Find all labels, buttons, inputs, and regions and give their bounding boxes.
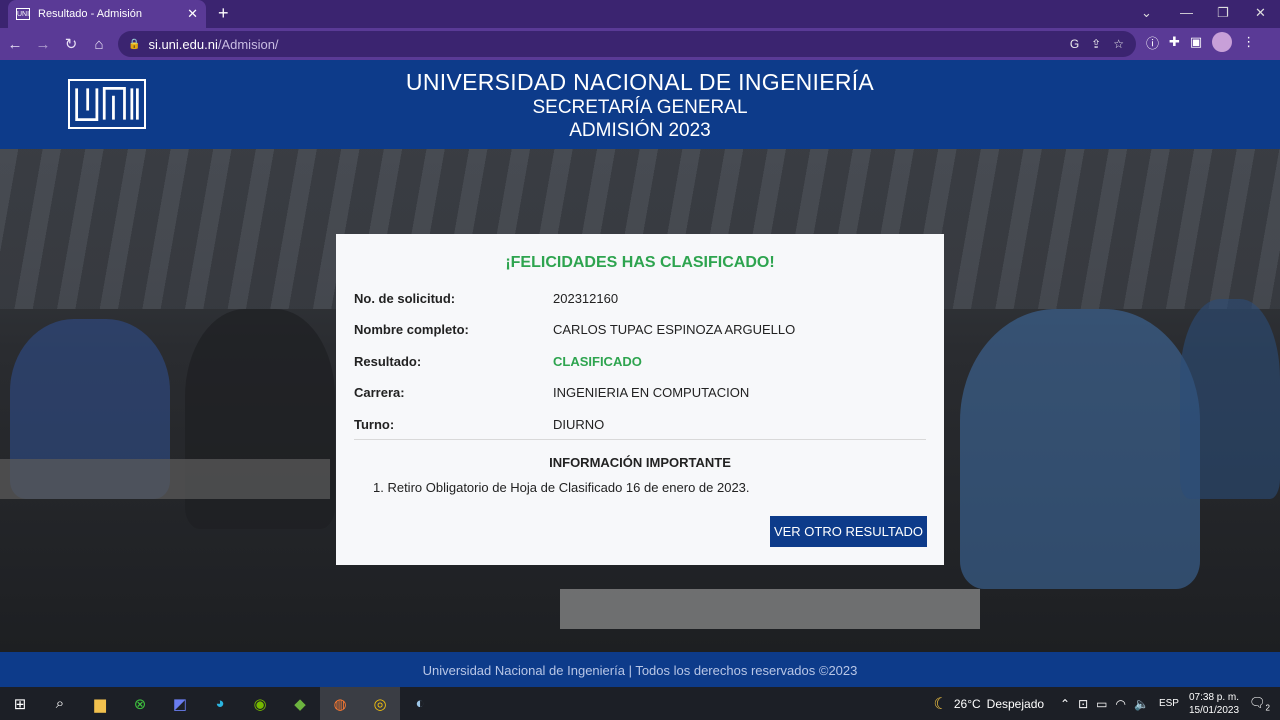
minimize-button[interactable]: — xyxy=(1180,5,1193,20)
weather-text[interactable]: Despejado xyxy=(987,697,1044,711)
search-icon[interactable]: ⌕ xyxy=(40,687,80,720)
home-icon[interactable]: ⌂ xyxy=(86,36,112,53)
important-info-title: INFORMACIÓN IMPORTANTE xyxy=(549,455,731,470)
reload-icon[interactable]: ↻ xyxy=(58,35,84,53)
steam-icon[interactable]: ◐ xyxy=(400,687,440,720)
wifi-icon[interactable]: ◠ xyxy=(1116,697,1126,711)
file-explorer-icon[interactable]: ▆ xyxy=(80,687,120,720)
browser-toolbar: ← → ↻ ⌂ 🔒 si.uni.edu.ni/Admision/ G ⇪ ☆ … xyxy=(0,28,1280,60)
system-tray: ☾ 26°C Despejado ⌃ ⊡ ▭ ◠ 🔈 ESP 07:38 p. … xyxy=(934,687,1280,720)
page-heading: ADMISIÓN 2023 xyxy=(569,120,711,141)
field-value: CARLOS TUPAC ESPINOZA ARGUELLO xyxy=(553,322,796,337)
field-label: Carrera: xyxy=(354,385,405,400)
clock-date: 15/01/2023 xyxy=(1188,704,1240,716)
uni-logo-icon xyxy=(75,86,139,122)
browser-tab-strip: UNI Resultado - Admisión ✕ + ⌄ — ❐ ✕ xyxy=(0,0,1280,28)
close-tab-icon[interactable]: ✕ xyxy=(187,6,198,22)
list-item: 1. Retiro Obligatorio de Hoja de Clasifi… xyxy=(373,480,750,495)
google-icon[interactable]: G xyxy=(1070,37,1079,51)
field-label: Nombre completo: xyxy=(354,322,469,337)
tray-app-icon[interactable]: ⊡ xyxy=(1078,697,1088,711)
field-label: No. de solicitud: xyxy=(354,291,456,306)
important-info-list: 1. Retiro Obligatorio de Hoja de Clasifi… xyxy=(373,480,750,495)
bookmark-star-icon[interactable]: ☆ xyxy=(1113,37,1124,51)
result-status-value: CLASIFICADO xyxy=(553,354,642,369)
chrome-icon[interactable]: ◎ xyxy=(360,687,400,720)
forward-icon[interactable]: → xyxy=(30,36,56,53)
university-name: UNIVERSIDAD NACIONAL DE INGENIERÍA xyxy=(405,69,875,95)
profile-avatar[interactable] xyxy=(1212,32,1233,52)
volume-icon[interactable]: 🔈 xyxy=(1134,697,1149,711)
view-another-result-button[interactable]: VER OTRO RESULTADO xyxy=(770,516,927,547)
tab-title: Resultado - Admisión xyxy=(38,8,142,20)
uni-favicon-icon: UNI xyxy=(16,8,30,20)
nvidia-icon[interactable]: ◉ xyxy=(240,687,280,720)
weather-moon-icon[interactable]: ☾ xyxy=(934,694,948,714)
app-icon[interactable]: ◩ xyxy=(160,687,200,720)
footer-text: Universidad Nacional de Ingeniería | Tod… xyxy=(422,663,858,678)
clock[interactable]: 07:38 p. m. 15/01/2023 xyxy=(1189,691,1239,717)
clock-time: 07:38 p. m. xyxy=(1188,691,1240,703)
site-header: UNIVERSIDAD NACIONAL DE INGENIERÍA SECRE… xyxy=(0,60,1280,149)
windows-start-icon[interactable]: ⊞ xyxy=(0,687,40,720)
share-icon[interactable]: ⇪ xyxy=(1091,37,1101,51)
extension-icon[interactable]: ⓘ xyxy=(1146,33,1159,52)
notification-count: 2 xyxy=(1265,703,1270,713)
url-host: si.uni.edu.ni xyxy=(148,36,218,52)
menu-kebab-icon[interactable]: ⋮ xyxy=(1242,34,1255,50)
notification-icon[interactable]: 🗨2 xyxy=(1249,695,1270,713)
back-icon[interactable]: ← xyxy=(2,36,28,53)
battery-icon[interactable]: ▭ xyxy=(1096,697,1107,711)
discord-icon[interactable]: ◍ xyxy=(320,687,360,720)
side-panel-icon[interactable]: ▣ xyxy=(1190,34,1202,50)
minecraft-icon[interactable]: ◆ xyxy=(280,687,320,720)
windows-taskbar: ⊞ ⌕ ▆ ⊗ ◩ ◕ ◉ ◆ ◍ ◎ ◐ ☾ 26°C Despejado ⌃… xyxy=(0,687,1280,720)
field-value: DIURNO xyxy=(553,417,605,432)
site-footer: Universidad Nacional de Ingeniería | Tod… xyxy=(0,652,1280,687)
address-bar[interactable]: 🔒 si.uni.edu.ni/Admision/ G ⇪ ☆ xyxy=(118,31,1136,57)
maximize-button[interactable]: ❐ xyxy=(1217,5,1229,21)
language-indicator[interactable]: ESP xyxy=(1159,698,1179,709)
result-card: ¡FELICIDADES HAS CLASIFICADO! No. de sol… xyxy=(336,234,944,565)
browser-tab-active[interactable]: UNI Resultado - Admisión ✕ xyxy=(8,0,206,28)
lock-icon[interactable]: 🔒 xyxy=(128,39,140,50)
xbox-icon[interactable]: ⊗ xyxy=(120,687,160,720)
field-label: Resultado: xyxy=(354,354,422,369)
close-window-button[interactable]: ✕ xyxy=(1255,5,1266,21)
weather-temp[interactable]: 26°C xyxy=(954,697,981,711)
url-path: /Admision/ xyxy=(217,36,279,52)
edge-icon[interactable]: ◕ xyxy=(200,687,240,720)
extensions-area: ⓘ ✚ ▣ ⋮ xyxy=(1146,32,1255,52)
field-value: 202312160 xyxy=(553,291,619,306)
field-value: INGENIERIA EN COMPUTACION xyxy=(553,385,750,400)
puzzle-extensions-icon[interactable]: ✚ xyxy=(1169,34,1180,50)
field-label: Turno: xyxy=(354,417,395,432)
department-name: SECRETARÍA GENERAL xyxy=(532,97,748,118)
result-card-title: ¡FELICIDADES HAS CLASIFICADO! xyxy=(505,254,775,271)
divider xyxy=(354,439,926,440)
tab-search-icon[interactable]: ⌄ xyxy=(1141,5,1152,21)
new-tab-button[interactable]: + xyxy=(218,3,229,24)
uni-logo[interactable] xyxy=(68,79,146,129)
chevron-up-icon[interactable]: ⌃ xyxy=(1060,697,1070,711)
